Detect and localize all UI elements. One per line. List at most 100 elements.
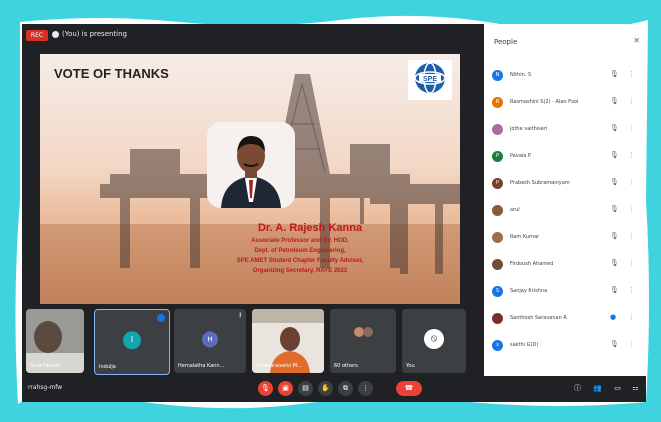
participant-name: Rasmashini S(2) - Alan Fool	[510, 99, 579, 105]
muted-mic-icon: 🎙	[610, 232, 619, 240]
muted-mic-icon: 🎙	[610, 259, 619, 267]
tile-label: 60 others	[334, 363, 358, 369]
speaker-name: Dr. A. Rajesh Kanna	[257, 222, 363, 234]
muted-mic-icon: 🎙	[610, 340, 619, 348]
presenting-text: (You) is presenting	[62, 30, 128, 38]
logo-text: SPE	[423, 76, 437, 83]
participant-tile[interactable]: H 𝄂 Hemalatha Kann...	[174, 309, 246, 373]
more-options-icon[interactable]: ⋮	[628, 313, 635, 321]
muted-icon: 𝄂	[239, 312, 241, 319]
presenting-icon: ⦸	[424, 329, 444, 349]
more-options-icon[interactable]: ⋮	[628, 340, 635, 348]
chat-icon[interactable]: ▭	[610, 381, 625, 396]
avatar	[492, 259, 503, 270]
avatar: S	[492, 286, 503, 297]
tile-label: Hemalatha Kann...	[178, 363, 225, 369]
avatar: N	[492, 70, 503, 81]
list-item[interactable]: Santhosh Saravanan R ● ⋮	[492, 311, 642, 327]
muted-mic-icon: 🎙	[610, 124, 619, 132]
speaker-title-line-1: Associate Professor and Dy. HOD,	[251, 238, 349, 244]
tile-label: Indulja	[99, 364, 116, 370]
avatar: P	[492, 151, 503, 162]
avatar: R	[492, 97, 503, 108]
avatar	[492, 232, 503, 243]
participant-name: jothe vaithiseri	[510, 126, 548, 132]
list-item[interactable]: Ram Kumar 🎙 ⋮	[492, 230, 642, 246]
more-options-icon[interactable]: ⋮	[628, 124, 635, 132]
presentation-slide: VOTE OF THANKS SPE Dr. A. Rajesh Kanna A…	[40, 54, 460, 304]
raise-hand-icon[interactable]: ✋	[318, 381, 333, 396]
avatar: I	[123, 331, 141, 350]
speaker-photo	[207, 122, 295, 208]
participant-name: arul	[510, 207, 520, 213]
spe-logo-icon: SPE	[408, 60, 452, 100]
tile-label: You	[406, 363, 415, 369]
avatar	[492, 205, 503, 216]
recording-badge: REC	[26, 30, 48, 41]
people-icon[interactable]: 👥	[590, 381, 605, 396]
list-item[interactable]: jothe vaithiseri 🎙 ⋮	[492, 122, 642, 138]
list-item[interactable]: arul 🎙 ⋮	[492, 203, 642, 219]
participant-name: Sanjay Krishna	[510, 288, 548, 294]
avatar	[363, 327, 373, 337]
muted-mic-icon: 🎙	[610, 178, 619, 186]
top-bar: REC (You) is presenting	[22, 24, 482, 46]
camera-toggle-icon[interactable]: ▣	[278, 381, 293, 396]
list-item[interactable]: Firdoush Ahamed 🎙 ⋮	[492, 257, 642, 273]
present-screen-icon[interactable]: ⧉	[338, 381, 353, 396]
participant-tile[interactable]: 60 others	[330, 309, 396, 373]
presenter-avatar	[52, 31, 59, 38]
close-icon[interactable]: ✕	[633, 36, 640, 45]
list-item[interactable]: N Nithin. S 🎙 ⋮	[492, 68, 642, 84]
list-item[interactable]: S Sanjay Krishna 🎙 ⋮	[492, 284, 642, 300]
muted-mic-icon: 🎙	[610, 70, 619, 78]
mic-toggle-icon[interactable]: 🎙	[258, 381, 273, 396]
participant-name: Pavala P	[510, 153, 531, 159]
more-options-icon[interactable]: ⋮	[628, 286, 635, 294]
more-options-icon[interactable]: ⋮	[628, 205, 635, 213]
list-item[interactable]: P Prabesh Subramaniyam 🎙 ⋮	[492, 176, 642, 192]
more-options-icon[interactable]: ⋮	[628, 97, 635, 105]
participant-name: Prabesh Subramaniyam	[510, 180, 570, 186]
muted-mic-icon: 🎙	[610, 286, 619, 294]
avatar: s	[492, 340, 503, 351]
participant-tile[interactable]: Sura Fanush	[26, 309, 84, 373]
avatar: P	[492, 178, 503, 189]
tile-label: Thamaraiselvi M...	[256, 363, 302, 369]
speaking-icon: ●	[610, 313, 617, 321]
participant-tile[interactable]: Thamaraiselvi M...	[252, 309, 324, 373]
speaking-indicator-icon	[157, 314, 165, 322]
more-options-icon[interactable]: ⋮	[628, 232, 635, 240]
more-options-icon[interactable]: ⋮	[358, 381, 373, 396]
avatar	[492, 313, 503, 324]
speaker-title-line-2: Dept. of Petroleum Engineering,	[254, 248, 346, 254]
avatar	[492, 124, 503, 135]
end-call-button[interactable]: ☎	[396, 381, 422, 396]
list-item[interactable]: R Rasmashini S(2) - Alan Fool 🎙 ⋮	[492, 95, 642, 111]
people-panel: People ✕ N Nithin. S 🎙 ⋮ R Rasmashini S(…	[484, 24, 646, 402]
activities-icon[interactable]: ⚏	[628, 381, 643, 396]
captions-icon[interactable]: ▤	[298, 381, 313, 396]
control-bar: rrahsg-mfw 🎙 ▣ ▤ ✋ ⧉ ⋮ ☎ ⓘ 👥 ▭ ⚏	[22, 376, 646, 402]
meet-window: REC (You) is presenting VOTE OF THANKS S…	[22, 24, 646, 402]
muted-mic-icon: 🎙	[610, 97, 619, 105]
more-options-icon[interactable]: ⋮	[628, 70, 635, 78]
speaker-title-line-3: SPE AMET Student Chapter Faculty Advisor…	[236, 258, 364, 264]
participant-name: Firdoush Ahamed	[510, 261, 554, 267]
muted-mic-icon: 🎙	[610, 151, 619, 159]
list-item[interactable]: P Pavala P 🎙 ⋮	[492, 149, 642, 165]
more-options-icon[interactable]: ⋮	[628, 259, 635, 267]
participant-tile[interactable]: I Indulja	[94, 309, 170, 375]
meeting-code: rrahsg-mfw	[28, 384, 63, 391]
more-options-icon[interactable]: ⋮	[628, 151, 635, 159]
participant-name: Santhosh Saravanan R	[510, 315, 567, 321]
participant-name: Nithin. S	[510, 72, 532, 78]
participant-tile[interactable]: ⦸ You	[402, 309, 466, 373]
participant-name: sakthi G(D)	[510, 342, 539, 348]
more-options-icon[interactable]: ⋮	[628, 178, 635, 186]
slide-title: VOTE OF THANKS	[54, 66, 169, 81]
info-icon[interactable]: ⓘ	[570, 381, 585, 396]
speaker-title-line-4: Organizing Secretary, RAYE 2022	[252, 268, 348, 274]
list-item[interactable]: s sakthi G(D) 🎙 ⋮	[492, 338, 642, 354]
muted-mic-icon: 🎙	[610, 205, 619, 213]
